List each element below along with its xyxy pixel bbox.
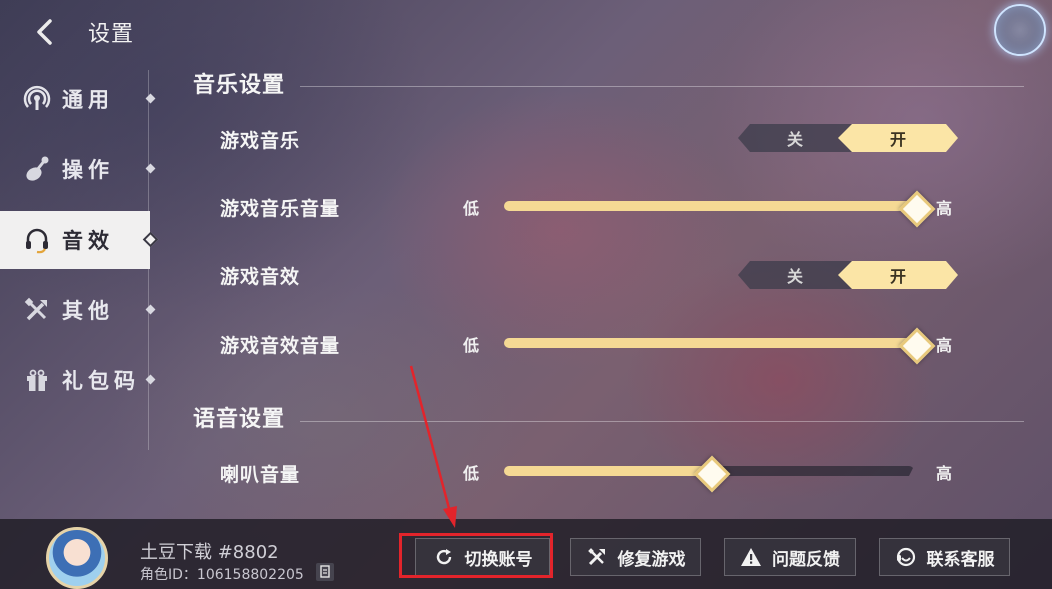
- game-sfx-volume-slider[interactable]: [504, 338, 914, 348]
- feedback-button[interactable]: 问题反馈: [724, 538, 856, 576]
- button-label: 切换账号: [464, 549, 533, 570]
- player-name: 土豆下载 #8802: [140, 542, 279, 563]
- sidebar-item-label: 礼包码: [62, 369, 140, 393]
- game-music-volume-slider[interactable]: [504, 201, 914, 211]
- game-sfx-toggle[interactable]: 关 开: [738, 261, 958, 289]
- slider-fill: [504, 201, 914, 211]
- tools-icon: [586, 546, 608, 568]
- game-music-volume-label: 游戏音乐音量: [220, 198, 341, 220]
- game-music-label: 游戏音乐: [220, 130, 301, 152]
- sidebar-item-other[interactable]: 其他: [0, 281, 156, 339]
- avatar[interactable]: [46, 527, 108, 589]
- section-title-voice: 语音设置: [193, 407, 286, 432]
- warning-icon: [740, 546, 762, 568]
- joystick-icon: [22, 154, 52, 184]
- broadcast-icon: [22, 84, 52, 114]
- speaker-volume-label: 喇叭音量: [220, 464, 301, 486]
- toggle-on-option[interactable]: 开: [838, 124, 958, 152]
- slider-low-label: 低: [463, 199, 480, 218]
- headset-icon: [22, 225, 52, 255]
- sidebar-item-label: 其他: [62, 299, 114, 323]
- slider-fill: [504, 466, 709, 476]
- slider-fill: [504, 338, 914, 348]
- switch-account-button[interactable]: 切换账号: [415, 538, 550, 576]
- button-label: 问题反馈: [772, 549, 840, 570]
- slider-high-label: 高: [936, 336, 953, 355]
- slider-low-label: 低: [463, 336, 480, 355]
- slider-thumb[interactable]: [900, 329, 928, 357]
- sidebar-item-audio[interactable]: 音效: [0, 211, 159, 269]
- sidebar-item-general[interactable]: 通用: [0, 70, 156, 128]
- toggle-off-option[interactable]: 关: [738, 124, 852, 152]
- sidebar-item-controls[interactable]: 操作: [0, 140, 156, 198]
- copy-icon: [320, 565, 330, 578]
- sidebar-item-label: 通用: [62, 88, 114, 112]
- gift-icon: [22, 365, 52, 395]
- slider-high-label: 高: [936, 199, 953, 218]
- game-music-toggle[interactable]: 关 开: [738, 124, 958, 152]
- toggle-off-option[interactable]: 关: [738, 261, 852, 289]
- button-label: 联系客服: [926, 549, 995, 570]
- section-divider: [300, 86, 1024, 87]
- top-avatar-button[interactable]: [994, 4, 1046, 56]
- sidebar-item-gift-code[interactable]: 礼包码: [0, 351, 156, 409]
- blurred-background: [0, 0, 1052, 589]
- toggle-on-option[interactable]: 开: [838, 261, 958, 289]
- player-role-id: 角色ID：106158802205: [140, 567, 304, 583]
- section-title-music: 音乐设置: [193, 73, 286, 98]
- page-title: 设置: [88, 22, 135, 47]
- section-divider: [300, 421, 1024, 422]
- refresh-icon: [433, 546, 455, 568]
- slider-high-label: 高: [936, 464, 953, 483]
- sidebar-item-label: 操作: [62, 158, 114, 182]
- chevron-left-icon: [37, 19, 52, 45]
- contact-support-button[interactable]: 联系客服: [879, 538, 1010, 576]
- game-sfx-label: 游戏音效: [220, 266, 301, 288]
- slider-thumb[interactable]: [900, 192, 928, 220]
- repair-game-button[interactable]: 修复游戏: [570, 538, 701, 576]
- slider-low-label: 低: [463, 464, 480, 483]
- button-label: 修复游戏: [617, 549, 686, 570]
- headset-support-icon: [895, 546, 917, 568]
- speaker-volume-slider[interactable]: [504, 466, 914, 476]
- copy-id-button[interactable]: [316, 563, 334, 581]
- game-sfx-volume-label: 游戏音效音量: [220, 335, 341, 357]
- back-button[interactable]: [28, 14, 64, 50]
- sidebar: 通用 操作 音效 其他 礼包码: [0, 66, 159, 446]
- tools-icon: [22, 295, 52, 325]
- slider-thumb[interactable]: [695, 457, 723, 485]
- sidebar-item-label: 音效: [62, 229, 114, 253]
